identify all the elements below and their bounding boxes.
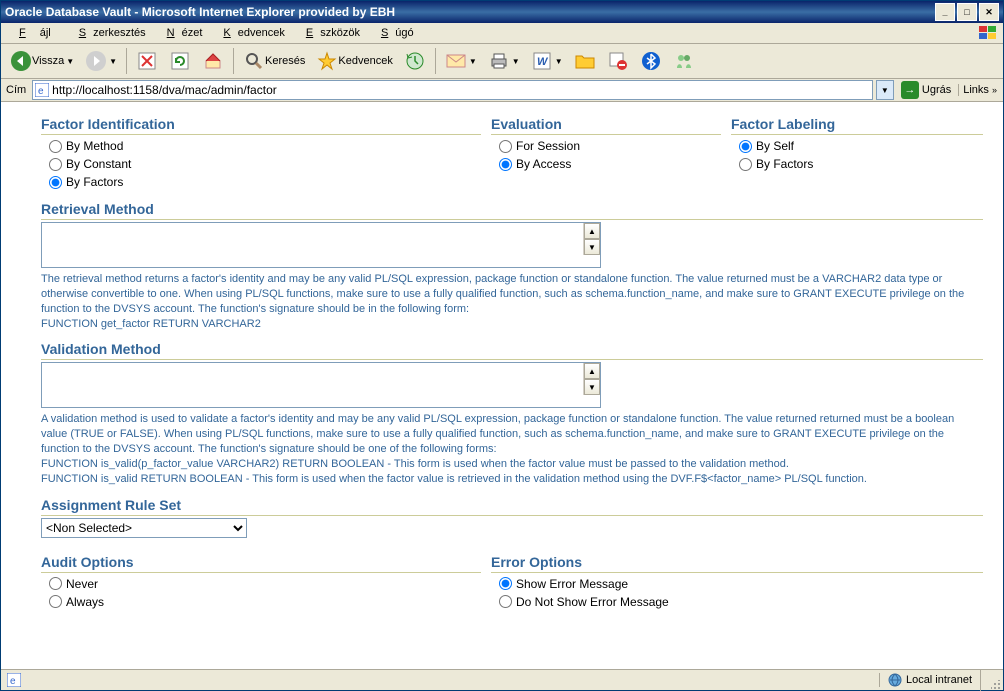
refresh-button[interactable] [164,47,196,75]
radio-show-error[interactable]: Show Error Message [491,575,983,593]
home-icon [202,50,224,72]
heading-assignment-rule-set: Assignment Rule Set [41,497,983,516]
windows-flag-icon [977,25,999,41]
menu-file[interactable]: Fájl [5,25,65,41]
links-toolbar[interactable]: Links » [958,84,1001,96]
menu-favorites[interactable]: Kedvencek [209,25,291,41]
window-title: Oracle Database Vault - Microsoft Intern… [5,5,395,19]
word-icon: W [531,50,553,72]
back-icon [10,50,32,72]
home-button[interactable] [197,47,229,75]
heading-retrieval-method: Retrieval Method [41,201,983,220]
assignment-rule-set-select[interactable]: <Non Selected> [41,518,247,538]
heading-evaluation: Evaluation [491,116,721,135]
radio-by-factors-fl[interactable]: By Factors [731,155,983,173]
textarea-scrollbar[interactable]: ▲▼ [583,223,600,255]
go-icon: → [901,81,919,99]
toolbar: Vissza▼ ▼ Keresés Kedvencek ▼ ▼ W▼ [1,44,1003,79]
window-titlebar: Oracle Database Vault - Microsoft Intern… [1,1,1003,23]
radio-hide-error[interactable]: Do Not Show Error Message [491,593,983,611]
history-button[interactable] [399,47,431,75]
radio-for-session[interactable]: For Session [491,137,721,155]
svg-text:W: W [537,56,549,68]
page-favicon: e [35,83,49,97]
discuss-button[interactable] [569,47,601,75]
favorites-button[interactable]: Kedvencek [311,47,397,75]
maximize-button[interactable]: □ [957,3,977,21]
bluetooth-icon [640,50,662,72]
resize-grip-icon[interactable] [991,680,1001,690]
bluetooth-button[interactable] [635,47,667,75]
mail-button[interactable]: ▼ [440,47,482,75]
star-icon [316,50,338,72]
radio-by-access[interactable]: By Access [491,155,721,173]
forward-button[interactable]: ▼ [80,47,122,75]
search-button[interactable]: Keresés [238,47,310,75]
folder-icon [574,50,596,72]
intranet-icon [888,673,902,687]
forward-icon [85,50,107,72]
retrieval-help-text: The retrieval method returns a factor's … [41,272,983,331]
svg-text:e: e [38,86,44,97]
address-bar: Cím e http://localhost:1158/dva/mac/admi… [1,79,1003,102]
refresh-icon [169,50,191,72]
page-content: Factor Identification By Method By Const… [1,102,1003,669]
heading-error-options: Error Options [491,554,983,573]
status-bar: e Local intranet [1,669,1003,690]
heading-validation-method: Validation Method [41,341,983,360]
address-label: Cím [3,84,29,96]
address-dropdown[interactable]: ▼ [876,80,894,100]
history-icon [404,50,426,72]
radio-audit-always[interactable]: Always [41,593,481,611]
radio-by-method[interactable]: By Method [41,137,481,155]
stop-button[interactable] [131,47,163,75]
radio-by-factors-fi[interactable]: By Factors [41,173,481,191]
edit-button[interactable]: W▼ [526,47,568,75]
stop-icon [136,50,158,72]
address-input[interactable]: e http://localhost:1158/dva/mac/admin/fa… [32,80,873,100]
validation-method-textarea[interactable] [42,363,583,407]
status-security-zone: Local intranet [879,673,980,687]
menu-edit[interactable]: Szerkesztés [65,25,153,41]
menu-bar: Fájl Szerkesztés Nézet Kedvencek Eszközö… [1,23,1003,44]
status-page-icon: e [1,670,27,690]
print-button[interactable]: ▼ [483,47,525,75]
popup-icon [607,50,629,72]
radio-audit-never[interactable]: Never [41,575,481,593]
back-button[interactable]: Vissza▼ [5,47,79,75]
mail-icon [445,50,467,72]
print-icon [488,50,510,72]
svg-text:e: e [10,676,16,687]
search-icon [243,50,265,72]
radio-by-self[interactable]: By Self [731,137,983,155]
messenger-button[interactable] [668,47,700,75]
menu-tools[interactable]: Eszközök [292,25,367,41]
messenger-icon [673,50,695,72]
menu-help[interactable]: Súgó [367,25,421,41]
retrieval-method-textarea[interactable] [42,223,583,267]
menu-view[interactable]: Nézet [153,25,210,41]
go-button[interactable]: →Ugrás [897,81,955,99]
popup-blocker-button[interactable] [602,47,634,75]
validation-help-text: A validation method is used to validate … [41,412,983,486]
minimize-button[interactable]: _ [935,3,955,21]
textarea-scrollbar[interactable]: ▲▼ [583,363,600,395]
radio-by-constant[interactable]: By Constant [41,155,481,173]
heading-factor-labeling: Factor Labeling [731,116,983,135]
close-button[interactable]: ✕ [979,3,999,21]
heading-audit-options: Audit Options [41,554,481,573]
heading-factor-identification: Factor Identification [41,116,481,135]
